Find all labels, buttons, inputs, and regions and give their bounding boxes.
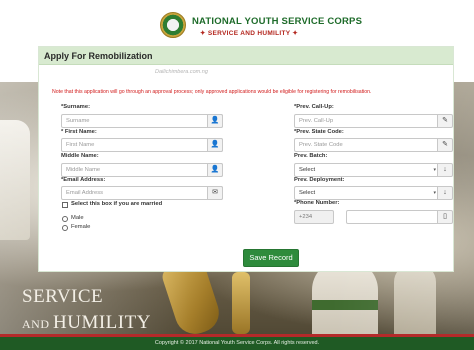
- deployment-select[interactable]: Select ▾: [294, 186, 440, 200]
- site-footer: Copyright © 2017 National Youth Service …: [0, 334, 474, 350]
- save-record-button[interactable]: Save Record: [243, 249, 299, 267]
- user-icon: 👤: [207, 114, 223, 128]
- callup-label: *Prev. Call-Up:: [294, 104, 334, 110]
- married-checkbox-label: Select this box if you are married: [71, 201, 163, 207]
- deployment-label: Prev. Deployment:: [294, 177, 345, 183]
- statecode-input[interactable]: Prev. State Code: [294, 138, 440, 152]
- firstname-input[interactable]: First Name: [61, 138, 223, 152]
- approval-note: Note that this application will go throu…: [52, 89, 372, 95]
- user-icon: 👤: [207, 138, 223, 152]
- phone-label: *Phone Number:: [294, 200, 340, 206]
- site-header: NATIONAL YOUTH SERVICE CORPS ✦ SERVICE A…: [0, 0, 474, 46]
- middlename-label: Middle Name:: [61, 153, 99, 159]
- deployment-select-value: Select: [299, 190, 316, 196]
- brand-motto: ✦ SERVICE AND HUMILITY ✦: [200, 30, 299, 37]
- gender-female-radio[interactable]: [62, 225, 68, 231]
- firstname-label: * First Name:: [61, 129, 97, 135]
- envelope-icon: ✉: [207, 186, 223, 200]
- gender-female-label: Female: [71, 224, 91, 230]
- remobilization-panel: Apply For Remobilization Dailichimbera.c…: [38, 46, 454, 272]
- phone-input[interactable]: [346, 210, 440, 224]
- batch-select[interactable]: Select ▾: [294, 163, 440, 177]
- middlename-input[interactable]: Middle Name: [61, 163, 223, 177]
- chevron-down-icon: ▾: [433, 167, 436, 173]
- callup-input[interactable]: Prev. Call-Up: [294, 114, 440, 128]
- panel-heading: Apply For Remobilization: [39, 47, 453, 65]
- gender-male-radio[interactable]: [62, 216, 68, 222]
- batch-select-value: Select: [299, 167, 316, 173]
- email-input[interactable]: Email Address: [61, 186, 223, 200]
- brand-title: NATIONAL YOUTH SERVICE CORPS: [192, 16, 363, 27]
- slogan-line-2-big: HUMILITY: [53, 312, 151, 333]
- slogan-line-2-small: AND: [22, 317, 53, 331]
- surname-label: *Surname:: [61, 104, 90, 110]
- phone-prefix: +234: [294, 210, 334, 224]
- arrow-down-icon: ↓: [437, 186, 453, 200]
- arrow-down-icon: ↓: [437, 163, 453, 177]
- batch-label: Prev. Batch:: [294, 153, 328, 159]
- email-label: *Email Address:: [61, 177, 106, 183]
- nysc-logo-icon: [160, 12, 186, 38]
- watermark-text: Dailichimbera.com.ng: [155, 69, 208, 75]
- married-checkbox[interactable]: [62, 202, 68, 208]
- user-icon: 👤: [207, 163, 223, 177]
- slogan-line-2: AND HUMILITY: [22, 312, 151, 334]
- mobile-phone-icon: ▯: [437, 210, 453, 224]
- pencil-icon: ✎: [437, 138, 453, 152]
- gender-male-label: Male: [71, 215, 84, 221]
- pencil-icon: ✎: [437, 114, 453, 128]
- slogan-line-1: SERVICE: [22, 286, 104, 307]
- chevron-down-icon: ▾: [433, 190, 436, 196]
- statecode-label: *Prev. State Code:: [294, 129, 344, 135]
- surname-input[interactable]: Surname: [61, 114, 223, 128]
